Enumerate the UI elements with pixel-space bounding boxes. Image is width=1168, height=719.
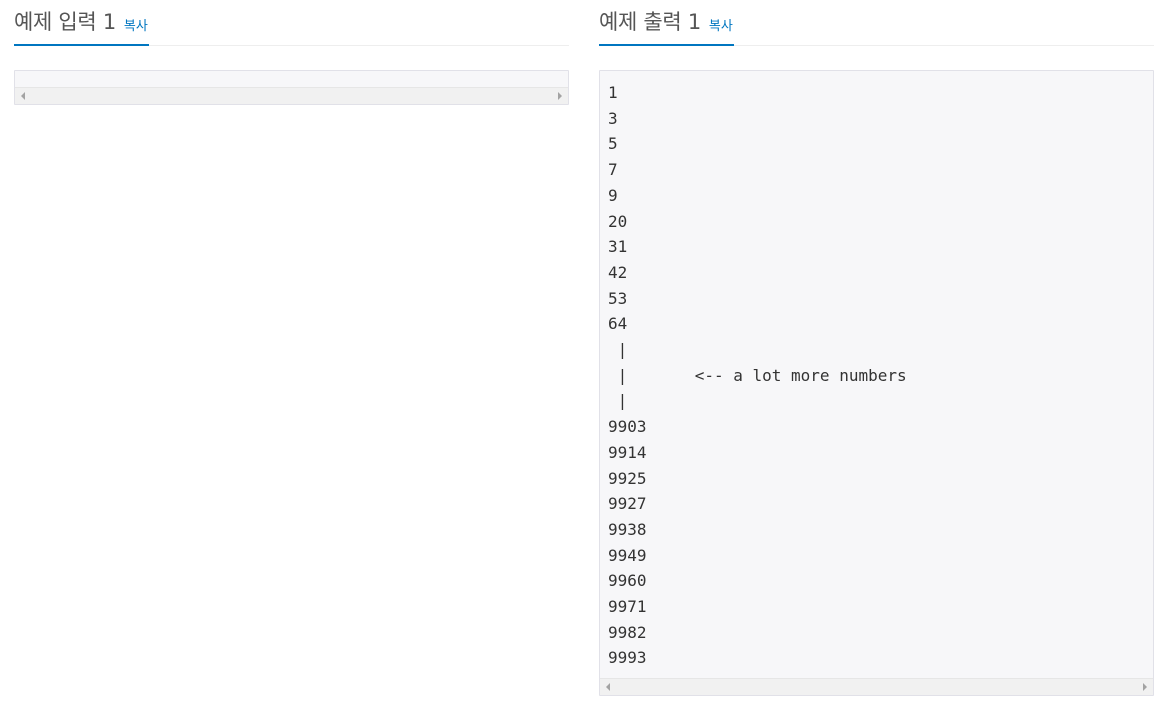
horizontal-scrollbar[interactable] xyxy=(600,678,1153,695)
scroll-right-arrow-icon[interactable] xyxy=(558,92,562,100)
headline-underline: 예제 출력 1 복사 xyxy=(599,0,734,46)
horizontal-scrollbar[interactable] xyxy=(15,87,568,104)
sample-output-title: 예제 출력 1 xyxy=(599,9,701,34)
sample-input-title: 예제 입력 1 xyxy=(14,9,116,34)
sample-output-text: 1 3 5 7 9 20 31 42 53 64 | | <-- a lot m… xyxy=(608,83,907,668)
section-headline: 예제 입력 1 복사 xyxy=(14,0,569,46)
headline-underline: 예제 입력 1 복사 xyxy=(14,0,149,46)
sample-output-section: 예제 출력 1 복사 1 3 5 7 9 20 31 42 53 64 | | … xyxy=(599,0,1154,696)
sample-input-section: 예제 입력 1 복사 xyxy=(14,0,569,105)
sample-input-text xyxy=(15,71,568,80)
sample-output-box: 1 3 5 7 9 20 31 42 53 64 | | <-- a lot m… xyxy=(599,70,1154,696)
section-headline: 예제 출력 1 복사 xyxy=(599,0,1154,46)
copy-output-button[interactable]: 복사 xyxy=(709,15,733,34)
scroll-left-arrow-icon[interactable] xyxy=(606,683,610,691)
scroll-left-arrow-icon[interactable] xyxy=(21,92,25,100)
copy-input-button[interactable]: 복사 xyxy=(124,15,148,34)
scroll-right-arrow-icon[interactable] xyxy=(1143,683,1147,691)
sample-input-box xyxy=(14,70,569,105)
